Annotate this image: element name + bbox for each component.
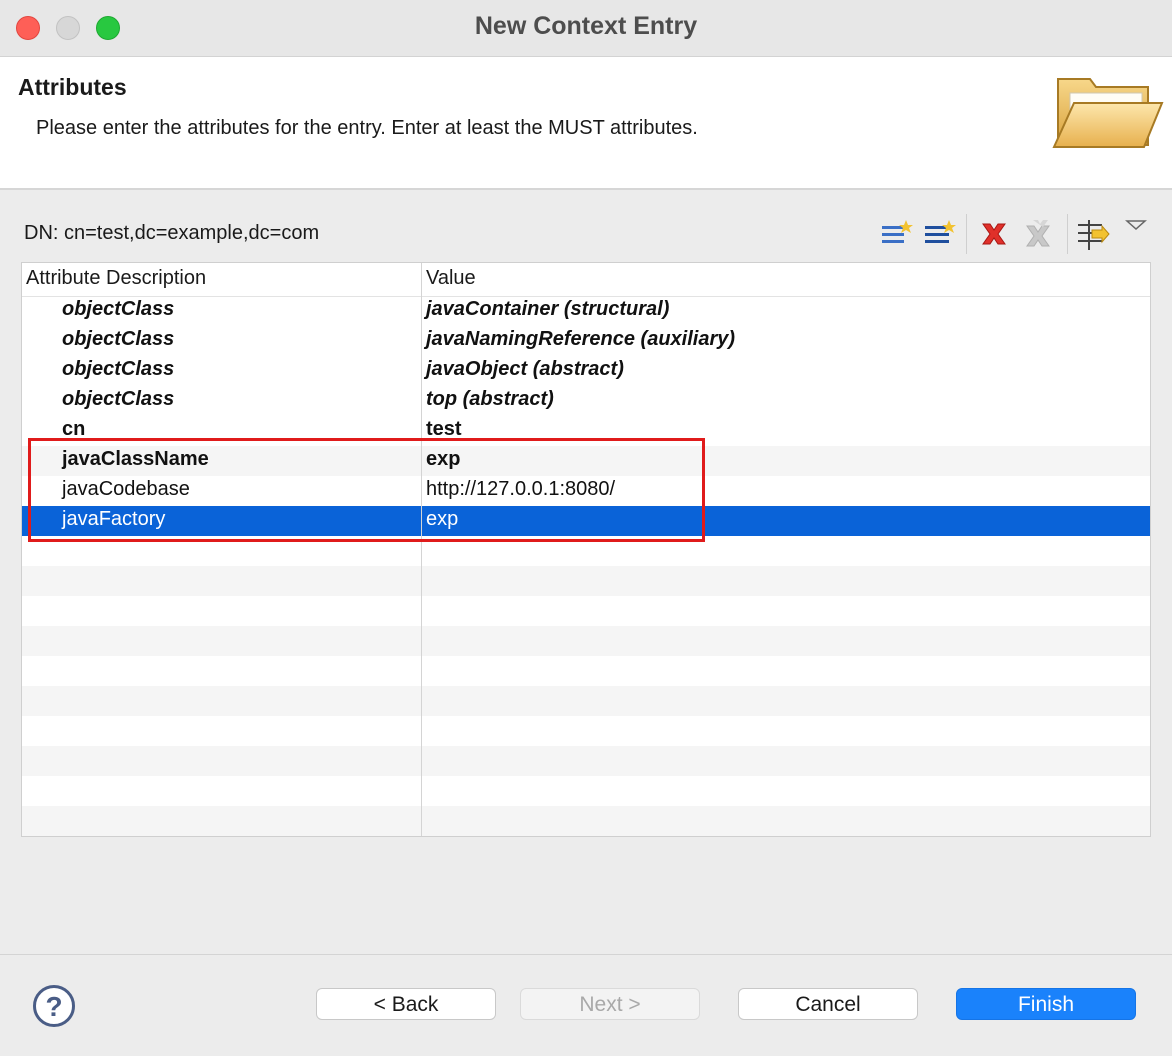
attribute-cell: objectClass xyxy=(62,328,175,350)
empty-row xyxy=(22,746,1150,776)
column-divider[interactable] xyxy=(421,263,422,836)
value-cell: javaContainer (structural) xyxy=(426,298,670,320)
show-decorations-icon[interactable] xyxy=(1076,214,1110,254)
table-row[interactable]: objectClass top (abstract) xyxy=(22,386,1150,416)
page-title: Attributes xyxy=(18,74,127,100)
new-value-icon[interactable] xyxy=(922,214,956,254)
empty-row xyxy=(22,686,1150,716)
footer-divider xyxy=(0,954,1172,955)
column-header-attribute[interactable]: Attribute Description xyxy=(26,267,206,290)
page-description: Please enter the attributes for the entr… xyxy=(36,117,698,139)
help-icon[interactable]: ? xyxy=(33,985,75,1027)
window-title: New Context Entry xyxy=(474,12,698,40)
value-cell: javaNamingReference (auxiliary) xyxy=(426,328,736,350)
value-cell: javaObject (abstract) xyxy=(426,358,624,380)
value-cell: top (abstract) xyxy=(426,388,554,410)
toolbar-separator xyxy=(966,214,967,254)
dn-label: DN: cn=test,dc=example,dc=com xyxy=(24,222,320,244)
empty-row xyxy=(22,626,1150,656)
delete-icon[interactable] xyxy=(977,214,1011,254)
view-menu-icon[interactable] xyxy=(1124,214,1148,254)
toolbar-separator xyxy=(1067,214,1068,254)
title-bar: New Context Entry xyxy=(0,0,1172,57)
table-row[interactable]: objectClass javaNamingReference (auxilia… xyxy=(22,326,1150,356)
next-button: Next > xyxy=(520,988,700,1020)
finish-button[interactable]: Finish xyxy=(956,988,1136,1020)
attributes-table[interactable]: Attribute Description Value objectClass … xyxy=(21,262,1151,837)
table-row[interactable]: objectClass javaContainer (structural) xyxy=(22,296,1150,326)
back-button[interactable]: < Back xyxy=(316,988,496,1020)
table-header: Attribute Description Value xyxy=(22,263,1150,297)
attribute-cell: objectClass xyxy=(62,388,175,410)
attribute-cell: objectClass xyxy=(62,298,175,320)
cancel-button[interactable]: Cancel xyxy=(738,988,918,1020)
attribute-cell: objectClass xyxy=(62,358,175,380)
column-header-value[interactable]: Value xyxy=(426,267,476,290)
highlight-box xyxy=(28,438,705,542)
dialog-window: New Context Entry Attributes Please ente… xyxy=(0,0,1172,1056)
new-attribute-icon[interactable] xyxy=(879,214,913,254)
open-folder-icon xyxy=(1052,78,1164,148)
empty-row xyxy=(22,566,1150,596)
delete-all-icon xyxy=(1026,220,1050,247)
table-row[interactable]: objectClass javaObject (abstract) xyxy=(22,356,1150,386)
empty-row xyxy=(22,806,1150,836)
wizard-header: Attributes Please enter the attributes f… xyxy=(0,57,1172,190)
